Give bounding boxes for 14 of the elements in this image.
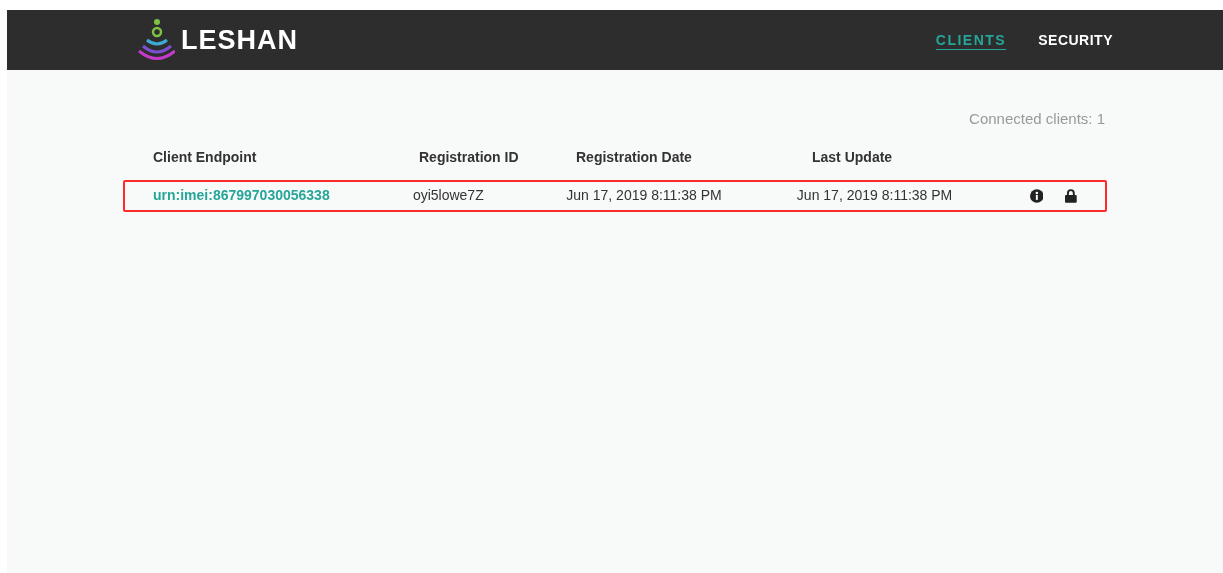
logo-icon — [137, 18, 175, 62]
info-icon[interactable] — [1029, 188, 1044, 203]
nav-link[interactable]: SECURITY — [1038, 29, 1113, 51]
column-header: Registration ID — [419, 147, 520, 167]
client-row[interactable]: urn:imei:867997030056338 oyi5lowe7Z Jun 17, 2019 8:11:38 PM Jun 17, 2019 8:11:38 PM — [123, 179, 1107, 212]
column-header: Last Update — [812, 147, 894, 167]
nav-link[interactable]: CLIENTS — [935, 29, 1007, 51]
logo-text: LESHAN — [181, 23, 298, 57]
column-header: Client Endpoint — [153, 147, 258, 167]
table-cell-text: Jun 17, 2019 8:11:38 PM — [796, 186, 954, 205]
column-header: Registration Date — [576, 147, 693, 167]
table-cell-text: oyi5lowe7Z — [412, 186, 485, 205]
table-cell-text: Jun 17, 2019 8:11:38 PM — [566, 186, 723, 205]
connected-clients-count: Connected clients: 1 — [969, 109, 1105, 129]
